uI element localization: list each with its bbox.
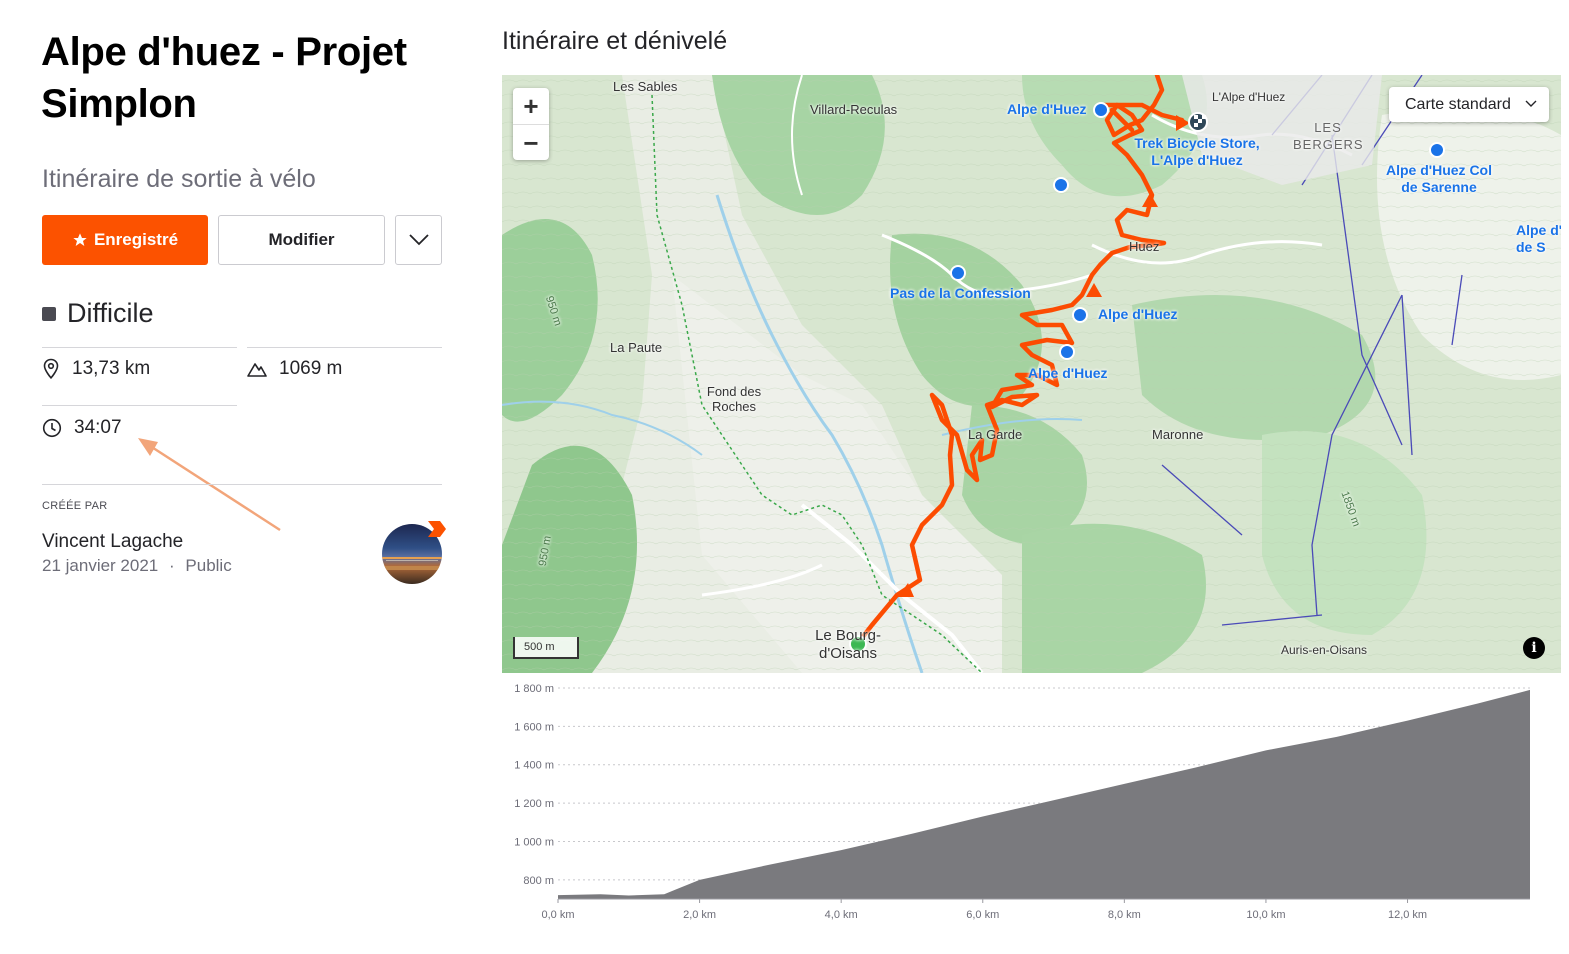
camera-poi-icon[interactable]: [1053, 177, 1069, 193]
y-tick-label: 1 600 m: [514, 721, 554, 733]
place-label: La Paute: [610, 340, 663, 355]
x-tick-label: 8,0 km: [1108, 909, 1141, 921]
info-icon[interactable]: i: [1523, 637, 1545, 659]
camera-poi-icon[interactable]: [1429, 142, 1445, 158]
difficulty-indicator: [42, 306, 56, 321]
visibility: Public: [185, 556, 232, 575]
mountain-icon: [247, 363, 267, 377]
place-label: Maronne: [1152, 427, 1204, 442]
divider: [42, 347, 237, 348]
poi-label[interactable]: Alpe d'Huez: [1028, 365, 1108, 382]
place-label: Auris-en-Oisans: [1281, 643, 1368, 657]
saved-button[interactable]: Enregistré: [42, 215, 208, 265]
route-title: Alpe d'huez - Projet Simplon: [41, 30, 407, 126]
x-tick-label: 0,0 km: [541, 909, 574, 921]
place-label: LES BERGERS: [1293, 120, 1364, 152]
elevation-chart[interactable]: 800 m 1 000 m 1 200 m 1 400 m 1 600 m 1 800 m…: [502, 673, 1562, 933]
place-label: L'Alpe d'Huez: [1212, 90, 1286, 104]
poi-label[interactable]: Alpe d'Huez: [1098, 306, 1178, 323]
route-meta: 21 janvier 2021 · Public: [42, 556, 232, 576]
divider: [247, 347, 442, 348]
y-tick-label: 1 800 m: [514, 683, 554, 695]
camera-poi-icon[interactable]: [950, 265, 966, 281]
created-by-label: CRÉÉE PAR: [42, 500, 108, 512]
duration-value: 34:07: [74, 417, 122, 438]
divider: [42, 405, 237, 406]
y-tick-label: 800 m: [523, 875, 554, 887]
map-scale: 500 m: [513, 637, 579, 659]
badge-icon: [428, 521, 446, 537]
edit-button[interactable]: Modifier: [218, 215, 385, 265]
route-subtitle: Itinéraire de sortie à vélo: [42, 165, 316, 193]
author-name[interactable]: Vincent Lagache: [42, 531, 183, 553]
x-tick-label: 12,0 km: [1388, 909, 1427, 921]
poi-label[interactable]: Trek Bicycle Store, L'Alpe d'Huez: [1132, 135, 1262, 169]
meta-separator: ·: [169, 556, 175, 575]
zoom-in-button[interactable]: +: [513, 88, 549, 125]
place-label: Les Sables: [613, 79, 678, 94]
place-label: Huez: [1129, 239, 1160, 254]
camera-poi-icon[interactable]: [1093, 102, 1109, 118]
zoom-control: + −: [513, 88, 549, 160]
y-tick-label: 1 000 m: [514, 836, 554, 848]
map-type-select[interactable]: Carte standard: [1389, 87, 1549, 122]
map-type-label: Carte standard: [1405, 95, 1511, 113]
place-label: Fond des Roches: [706, 384, 762, 414]
chevron-down-icon: [408, 234, 429, 246]
created-date: 21 janvier 2021: [42, 556, 159, 575]
x-tick-label: 2,0 km: [683, 909, 716, 921]
location-pin-icon: [43, 358, 59, 380]
section-title: Itinéraire et dénivelé: [502, 27, 728, 55]
route-map[interactable]: Les Sables Villard-Reculas L'Alpe d'Huez…: [502, 75, 1561, 673]
poi-label[interactable]: Alpe d'Huez Col de Sarenne: [1384, 162, 1494, 196]
poi-label[interactable]: Alpe d'Huez: [1007, 101, 1087, 118]
poi-label[interactable]: Pas de la Confession: [890, 285, 1031, 302]
x-tick-label: 10,0 km: [1246, 909, 1285, 921]
poi-label[interactable]: Alpe d' de S: [1516, 222, 1561, 256]
difficulty: Difficile: [42, 298, 154, 329]
y-tick-label: 1 400 m: [514, 760, 554, 772]
distance-value: 13,73 km: [72, 358, 151, 379]
difficulty-label: Difficile: [67, 298, 154, 328]
zoom-out-button[interactable]: −: [513, 125, 549, 161]
elevation-stat: 1069 m: [247, 358, 342, 380]
star-icon: [73, 233, 87, 246]
annotation-arrow: [138, 438, 281, 532]
divider: [42, 484, 442, 485]
place-label: Villard-Reculas: [810, 102, 898, 117]
x-tick-label: 6,0 km: [966, 909, 999, 921]
elevation-value: 1069 m: [279, 358, 343, 379]
elevation-area: [558, 689, 1530, 899]
saved-button-label: Enregistré: [93, 230, 179, 249]
camera-poi-icon[interactable]: [1072, 307, 1088, 323]
y-tick-label: 1 200 m: [514, 798, 554, 810]
camera-poi-icon[interactable]: [1059, 344, 1075, 360]
duration-stat: 34:07: [42, 417, 122, 439]
place-label: La Garde: [968, 427, 1023, 442]
finish-marker: [1188, 112, 1208, 132]
clock-icon: [42, 418, 62, 438]
distance-stat: 13,73 km: [42, 358, 150, 380]
x-tick-label: 4,0 km: [825, 909, 858, 921]
more-options-button[interactable]: [395, 215, 442, 265]
chevron-down-icon: [1525, 100, 1537, 107]
place-label: Le Bourg-d'Oisans: [815, 627, 881, 662]
